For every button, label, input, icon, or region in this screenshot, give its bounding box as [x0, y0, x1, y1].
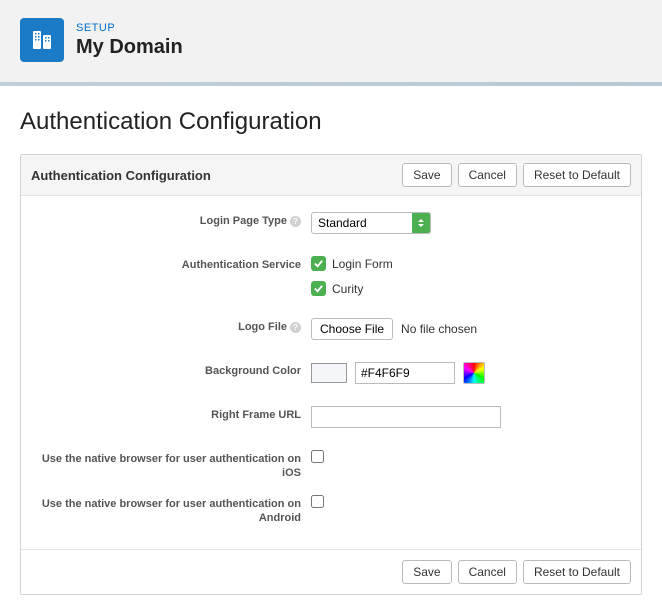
right-frame-url-input[interactable]	[311, 406, 501, 428]
setup-label: SETUP	[76, 22, 183, 34]
login-page-type-select[interactable]: Standard	[311, 212, 431, 234]
auth-service-option-curity[interactable]: Curity	[311, 281, 393, 296]
help-icon[interactable]: ?	[290, 322, 301, 333]
page-title: My Domain	[76, 36, 183, 59]
help-icon[interactable]: ?	[290, 216, 301, 227]
reset-default-button[interactable]: Reset to Default	[523, 163, 631, 187]
cancel-button[interactable]: Cancel	[458, 163, 517, 187]
color-swatch	[311, 363, 347, 383]
auth-config-panel: Authentication Configuration Save Cancel…	[20, 154, 642, 595]
auth-service-label: Authentication Service	[182, 259, 301, 271]
logo-file-label: Logo File	[238, 321, 287, 333]
setup-header: SETUP My Domain	[0, 0, 662, 86]
page-heading: Authentication Configuration	[20, 108, 642, 136]
native-ios-label: Use the native browser for user authenti…	[42, 453, 301, 479]
save-button[interactable]: Save	[402, 163, 451, 187]
background-color-input[interactable]	[355, 362, 455, 384]
panel-title: Authentication Configuration	[31, 168, 211, 183]
logo-file-status: No file chosen	[401, 322, 477, 336]
checkbox-checked-icon	[311, 256, 326, 271]
building-icon	[20, 18, 64, 62]
choose-file-button[interactable]: Choose File	[311, 318, 393, 340]
background-color-label: Background Color	[205, 365, 301, 377]
reset-default-button[interactable]: Reset to Default	[523, 560, 631, 584]
right-frame-url-label: Right Frame URL	[211, 409, 301, 421]
login-page-type-label: Login Page Type	[200, 215, 287, 227]
native-android-label: Use the native browser for user authenti…	[42, 498, 301, 524]
auth-service-option-label: Login Form	[332, 257, 393, 271]
auth-service-option-login-form[interactable]: Login Form	[311, 256, 393, 271]
color-picker-icon[interactable]	[463, 362, 485, 384]
save-button[interactable]: Save	[402, 560, 451, 584]
native-android-checkbox[interactable]	[311, 495, 324, 508]
checkbox-checked-icon	[311, 281, 326, 296]
native-ios-checkbox[interactable]	[311, 450, 324, 463]
cancel-button[interactable]: Cancel	[458, 560, 517, 584]
auth-service-option-label: Curity	[332, 282, 363, 296]
